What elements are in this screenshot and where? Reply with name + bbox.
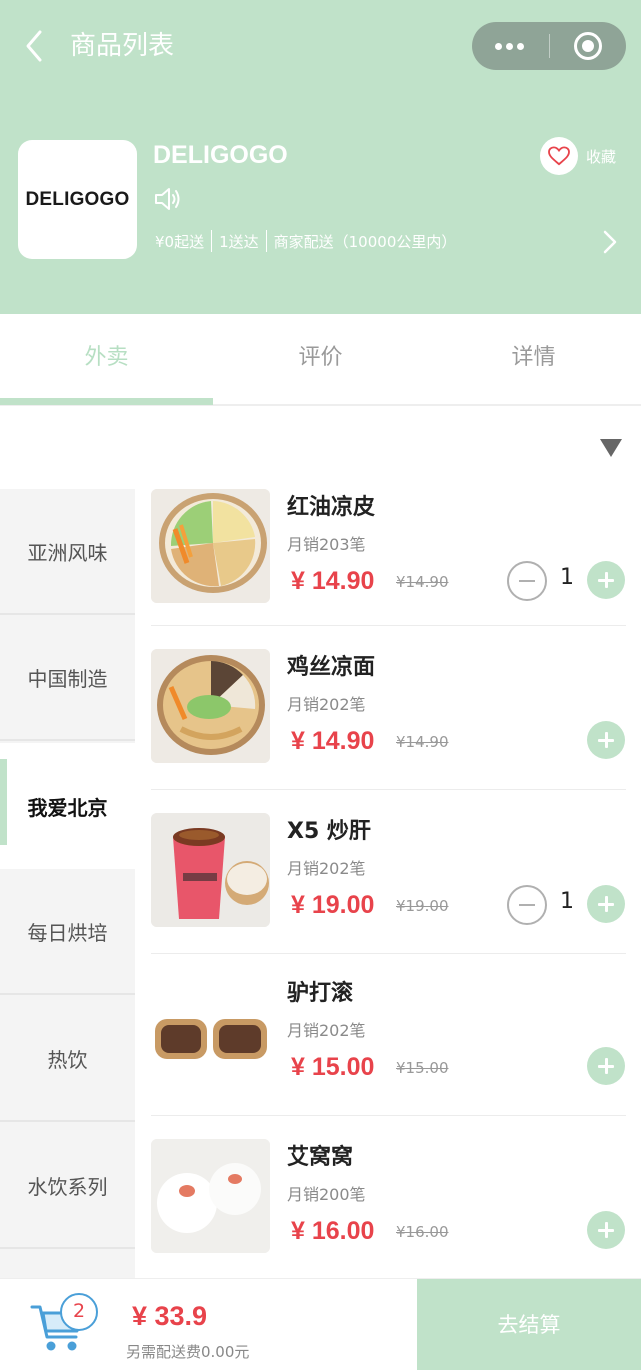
increase-quantity-button[interactable] [587, 561, 625, 599]
delivery-range: 商家配送（10000公里内） [273, 232, 457, 251]
product-sales: 月销202笔 [287, 859, 366, 878]
cart-total: ¥ 33.9 [132, 1301, 208, 1331]
delivery-fee-note: 另需配送费0.00元 [126, 1343, 250, 1361]
product-original-price: ¥15.00 [396, 1059, 449, 1077]
more-dot [506, 43, 513, 50]
shop-delivery-info: ¥0起送 1送达 商家配送（10000公里内） [155, 230, 456, 252]
category-label: 我爱北京 [27, 795, 108, 820]
product-sales: 月销203笔 [287, 535, 366, 554]
decrease-quantity-button[interactable] [507, 885, 547, 925]
more-dot [517, 43, 524, 50]
product-quantity: 1 [560, 565, 574, 590]
product-image-aiwowo[interactable] [151, 1139, 270, 1253]
product-image-noodle[interactable] [151, 649, 270, 763]
min-order: ¥0起送 [155, 232, 205, 251]
delivery-time: 1送达 [219, 232, 259, 251]
product-image-liangpi[interactable] [151, 489, 270, 603]
mini-program-capsule [472, 22, 626, 70]
chevron-right-icon [603, 230, 617, 254]
product-price: ¥ 16.00 [291, 1217, 375, 1245]
tab-indicator [0, 398, 213, 405]
product-item[interactable]: 红油凉皮 月销203笔 ¥ 14.90 ¥14.90 1 [151, 489, 626, 626]
product-price: ¥ 14.90 [291, 567, 375, 595]
product-original-price: ¥14.90 [396, 573, 449, 591]
page-title: 商品列表 [70, 31, 175, 61]
tab-bar: 外卖 评价 详情 [0, 314, 641, 406]
decrease-quantity-button[interactable] [507, 561, 547, 601]
more-button[interactable] [472, 22, 548, 70]
product-sales: 月销202笔 [287, 695, 366, 714]
category-item[interactable]: 水饮系列 [0, 1123, 135, 1249]
info-divider [211, 230, 213, 252]
product-name: 红油凉皮 [287, 495, 376, 520]
speaker-icon[interactable] [153, 186, 183, 212]
back-button[interactable] [18, 26, 54, 66]
target-dot [582, 40, 594, 52]
product-name: 驴打滚 [287, 981, 354, 1006]
product-price: ¥ 14.90 [291, 727, 375, 755]
product-image-lvdagun[interactable] [151, 975, 270, 1089]
shop-logo-text: DELIGOGO [25, 188, 130, 210]
chevron-left-icon [26, 30, 42, 62]
product-price: ¥ 19.00 [291, 891, 375, 919]
product-name: 鸡丝凉面 [287, 655, 376, 680]
favorite-button[interactable]: 收藏 [540, 137, 616, 175]
product-name: 艾窝窝 [287, 1145, 354, 1170]
tab-reviews[interactable]: 评价 [214, 314, 427, 404]
checkout-button[interactable]: 去结算 [417, 1279, 641, 1370]
shop-name: DELIGOGO [153, 141, 288, 169]
info-divider [265, 230, 267, 252]
tab-details[interactable]: 详情 [427, 314, 640, 404]
shop-detail-arrow[interactable] [600, 226, 620, 258]
shop-logo: DELIGOGO [18, 140, 137, 259]
tab-takeout[interactable]: 外卖 [0, 314, 213, 404]
increase-quantity-button[interactable] [587, 1047, 625, 1085]
category-item-active[interactable]: 我爱北京 [0, 743, 135, 869]
heart-icon [540, 137, 578, 175]
product-original-price: ¥14.90 [396, 733, 449, 751]
shop-header: 商品列表 DELIGOGO DELIGOGO ¥0起送 1送达 商家配送（100… [0, 0, 641, 314]
product-sales: 月销200笔 [287, 1185, 366, 1204]
product-item[interactable]: 艾窝窝 月销200笔 ¥ 16.00 ¥16.00 [151, 1139, 626, 1278]
product-price: ¥ 15.00 [291, 1053, 375, 1081]
category-item[interactable]: 亚洲风味 [0, 489, 135, 615]
product-item[interactable]: 鸡丝凉面 月销202笔 ¥ 14.90 ¥14.90 [151, 649, 626, 790]
more-dots-icon [495, 43, 502, 50]
favorite-label: 收藏 [586, 147, 617, 166]
close-button[interactable] [550, 22, 626, 70]
category-item[interactable]: 中国制造 [0, 615, 135, 741]
product-original-price: ¥16.00 [396, 1223, 449, 1241]
product-quantity: 1 [560, 889, 574, 914]
category-item[interactable]: 每日烘培 [0, 869, 135, 995]
product-original-price: ¥19.00 [396, 897, 449, 915]
category-item[interactable]: 热饮 [0, 996, 135, 1122]
product-sales: 月销202笔 [287, 1021, 366, 1040]
product-name: X5 炒肝 [287, 819, 371, 844]
product-image-chaogan[interactable] [151, 813, 270, 927]
category-sidebar: 亚洲风味 中国制造 我爱北京 每日烘培 热饮 水饮系列 [0, 489, 135, 1279]
product-item[interactable]: 驴打滚 月销202笔 ¥ 15.00 ¥15.00 [151, 975, 626, 1116]
cart-count-badge: 2 [60, 1293, 98, 1331]
active-category-marker [0, 759, 7, 845]
increase-quantity-button[interactable] [587, 721, 625, 759]
increase-quantity-button[interactable] [587, 1211, 625, 1249]
triangle-down-icon[interactable] [598, 436, 624, 460]
cart-bar: 2 ¥ 33.9 另需配送费0.00元 去结算 [0, 1278, 641, 1370]
increase-quantity-button[interactable] [587, 885, 625, 923]
product-item[interactable]: X5 炒肝 月销202笔 ¥ 19.00 ¥19.00 1 [151, 813, 626, 954]
